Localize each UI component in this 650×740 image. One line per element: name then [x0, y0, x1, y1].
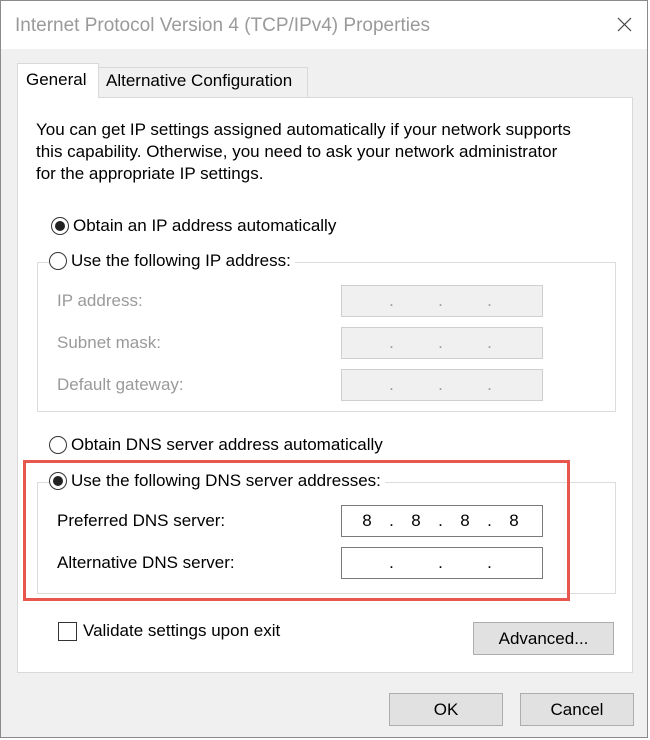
title-bar: Internet Protocol Version 4 (TCP/IPv4) P… [1, 1, 647, 49]
intro-line-2: this capability. Otherwise, you need to … [36, 142, 558, 161]
alternative-dns-input[interactable]: . . . [341, 547, 543, 579]
window-title: Internet Protocol Version 4 (TCP/IPv4) P… [15, 15, 431, 36]
cancel-button[interactable]: Cancel [520, 693, 634, 726]
close-button[interactable] [601, 1, 647, 49]
preferred-dns-label: Preferred DNS server: [57, 511, 226, 530]
use-following-ip-label: Use the following IP address: [71, 251, 291, 270]
obtain-dns-auto-radio[interactable]: Obtain DNS server address automatically [49, 435, 387, 455]
subnet-mask-input: . . . [341, 327, 543, 359]
use-following-dns-radio[interactable]: Use the following DNS server addresses: [49, 471, 385, 491]
ipv4-properties-dialog: Internet Protocol Version 4 (TCP/IPv4) P… [0, 0, 648, 738]
obtain-dns-auto-label: Obtain DNS server address automatically [71, 435, 383, 454]
use-following-dns-label: Use the following DNS server addresses: [71, 471, 381, 490]
close-icon [617, 17, 632, 32]
use-following-dns-radio-button[interactable] [49, 472, 67, 490]
intro-line-1: You can get IP settings assigned automat… [36, 120, 571, 139]
alternative-dns-label: Alternative DNS server: [57, 553, 235, 572]
obtain-ip-auto-radio-button[interactable] [51, 217, 69, 235]
obtain-dns-auto-radio-button[interactable] [49, 436, 67, 454]
default-gateway-input: . . . [341, 369, 543, 401]
use-following-ip-radio-button[interactable] [49, 252, 67, 270]
obtain-ip-auto-label: Obtain an IP address automatically [73, 216, 337, 235]
use-following-ip-radio[interactable]: Use the following IP address: [49, 251, 295, 271]
validate-settings-label: Validate settings upon exit [83, 621, 281, 640]
tab-alternative-configuration[interactable]: Alternative Configuration [98, 67, 308, 97]
tab-general[interactable]: General [17, 63, 99, 98]
default-gateway-label: Default gateway: [57, 375, 184, 394]
advanced-button[interactable]: Advanced... [473, 622, 614, 655]
preferred-dns-input[interactable]: 8. 8. 8. 8 [341, 505, 543, 537]
ip-address-label: IP address: [57, 291, 143, 310]
obtain-ip-auto-radio[interactable]: Obtain an IP address automatically [51, 216, 341, 236]
subnet-mask-label: Subnet mask: [57, 333, 161, 352]
validate-settings-checkbox[interactable]: Validate settings upon exit [58, 621, 280, 641]
validate-settings-checkbox-box[interactable] [58, 621, 77, 641]
ok-button[interactable]: OK [389, 693, 503, 726]
intro-line-3: for the appropriate IP settings. [36, 164, 264, 183]
intro-text: You can get IP settings assigned automat… [36, 119, 616, 185]
ip-address-input: . . . [341, 285, 543, 317]
